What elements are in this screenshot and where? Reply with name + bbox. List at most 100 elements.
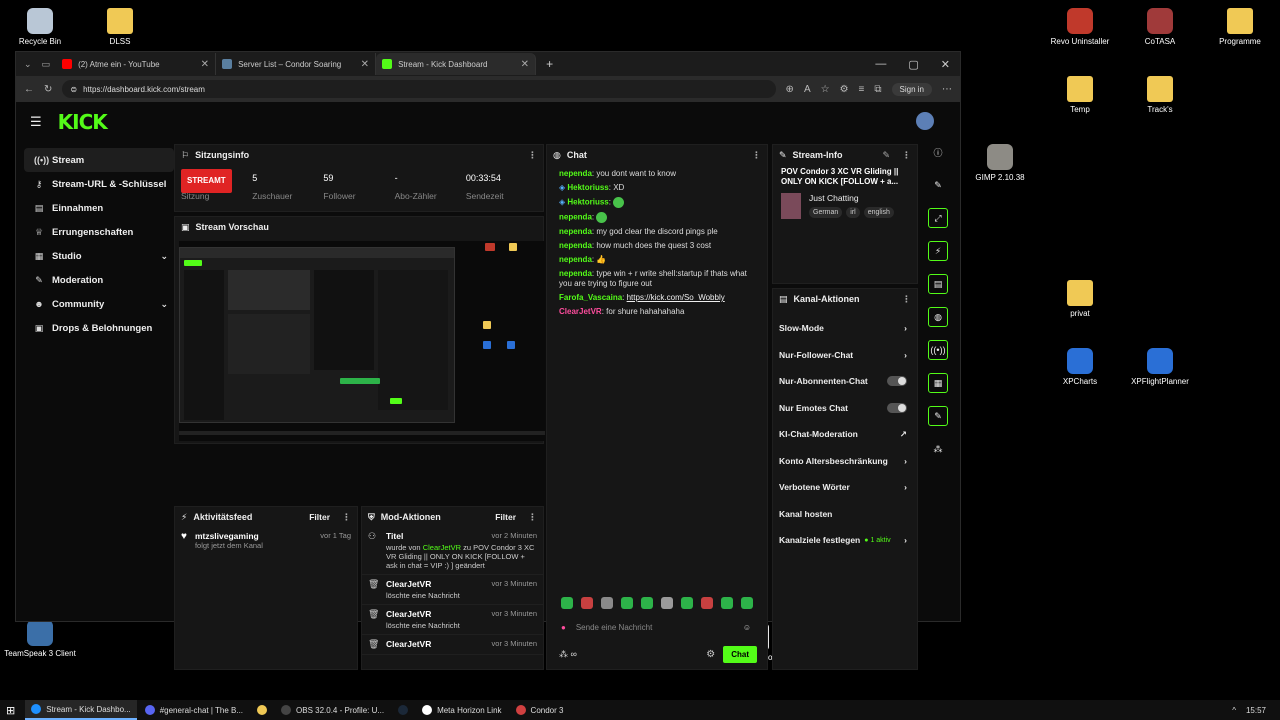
edit-stream-info-icon[interactable]: ✎ (882, 150, 890, 161)
taskbar-app-4[interactable] (392, 700, 414, 720)
session-menu-icon[interactable]: ⋮ (528, 150, 537, 161)
desktop-icon-revo-uninstaller[interactable]: Revo Uninstaller (1040, 8, 1120, 46)
chat-username[interactable]: Farofa_Vascaina (559, 293, 622, 302)
action-kanalziele-festlegen[interactable]: Kanalziele festlegen ● 1 aktiv › (773, 527, 917, 554)
hamburger-menu-icon[interactable]: ☰ (30, 114, 42, 130)
desktop-icon-programme[interactable]: Programme (1200, 8, 1280, 46)
extensions-icon[interactable]: ⚙ (840, 84, 849, 95)
stream-preview-video[interactable] (179, 241, 545, 441)
favorites-list-icon[interactable]: ≡ (859, 84, 865, 95)
chevron-down-icon[interactable]: ⌄ (160, 299, 168, 310)
tag-irl[interactable]: irl (846, 207, 860, 218)
action-nur-follower-chat[interactable]: Nur-Follower-Chat › (773, 342, 917, 369)
fullscreen-icon[interactable]: ⤢ (928, 208, 948, 228)
emote-2[interactable] (581, 597, 593, 609)
chat-username[interactable]: Hektoriuss (567, 198, 608, 207)
kick-logo[interactable]: KICK (58, 110, 108, 134)
desktop-icon-cotasa[interactable]: CoTASA (1120, 8, 1200, 46)
sidebar-item-drops-belohnungen[interactable]: ▣ Drops & Belohnungen (24, 316, 174, 340)
collections-icon[interactable]: ⧉ (874, 84, 881, 95)
chat-username[interactable]: nependa (559, 213, 592, 222)
more-menu-icon[interactable]: ⋯ (942, 84, 952, 95)
sign-in-button[interactable]: Sign in (891, 82, 932, 96)
tray-chevron-icon[interactable]: ^ (1232, 706, 1236, 715)
action-slow-mode[interactable]: Slow-Mode › (773, 315, 917, 342)
emote-7[interactable] (681, 597, 693, 609)
mod-menu-icon[interactable]: ⋮ (528, 512, 537, 523)
sidebar-item-stream-url-schl-ssel[interactable]: ⚷ Stream-URL & -Schlüssel (24, 172, 174, 196)
url-field[interactable]: ⊜ https://dashboard.kick.com/stream (62, 80, 776, 98)
tab-1[interactable]: Server List – Condor Soaring ✕ (216, 53, 377, 75)
chevron-down-icon[interactable]: ⌄ (160, 251, 168, 262)
tab-list-icon[interactable]: ▭ (36, 59, 57, 70)
wrench-rail-icon[interactable]: ✎ (928, 406, 948, 426)
chat-send-button[interactable]: Chat (723, 645, 757, 663)
chat-input[interactable]: ● Sende eine Nachricht ☺ (555, 617, 757, 637)
action-verbotene-w-rter[interactable]: Verbotene Wörter › (773, 474, 917, 501)
chat-points-icon[interactable]: ⁂ ∞ (559, 649, 577, 660)
info-icon[interactable]: ⓘ (928, 142, 948, 162)
emoji-picker-icon[interactable]: ☺ (743, 623, 751, 632)
chat-bubble-icon[interactable]: ◍ (928, 307, 948, 327)
emote-3[interactable] (601, 597, 613, 609)
desktop-icon-xpcharts[interactable]: XPCharts (1040, 348, 1120, 386)
desktop-icon-privat[interactable]: privat (1040, 280, 1120, 318)
chevron-right-icon[interactable]: › (904, 535, 907, 545)
tag-english[interactable]: english (863, 207, 894, 218)
tab-actions-icon[interactable]: ⌄ (20, 59, 36, 70)
external-link-icon[interactable]: ↗ (900, 429, 907, 440)
taskbar-app-6[interactable]: Condor 3 (510, 700, 570, 720)
read-aloud-icon[interactable]: A (804, 84, 811, 95)
desktop-icon-dlss[interactable]: DLSS (80, 8, 160, 46)
tab-2[interactable]: Stream - Kick Dashboard ✕ (376, 53, 537, 75)
desktop-icon-teamspeak-3-client[interactable]: TeamSpeak 3 Client (0, 620, 80, 658)
mod-filter-button[interactable]: Filter (495, 512, 516, 522)
tab-close-icon[interactable]: ✕ (201, 59, 209, 70)
stream-info-menu-icon[interactable]: ⋮ (902, 150, 911, 161)
favorite-icon[interactable]: ☆ (821, 84, 830, 95)
clock[interactable]: 15:57 (1246, 706, 1266, 715)
maximize-button[interactable]: ▢ (908, 58, 918, 71)
chat-username[interactable]: nependa (559, 255, 592, 264)
back-icon[interactable]: ← (24, 84, 34, 95)
site-info-icon[interactable]: ⊜ (70, 85, 77, 94)
emote-6[interactable] (661, 597, 673, 609)
taskbar-app-1[interactable]: #general-chat | The B... (139, 700, 249, 720)
sidebar-item-moderation[interactable]: ✎ Moderation (24, 268, 174, 292)
desktop-icon-xpflightplanner[interactable]: XPFlightPlanner (1120, 348, 1200, 386)
action-konto-altersbeschr-nkung[interactable]: Konto Altersbeschränkung › (773, 448, 917, 475)
action-ki-chat-moderation[interactable]: KI-Chat-Moderation ↗ (773, 421, 917, 448)
desktop-icon-temp[interactable]: Temp (1040, 76, 1120, 114)
clipboard-icon[interactable]: ▤ (928, 274, 948, 294)
chat-settings-icon[interactable]: ⚙ (706, 649, 715, 660)
action-kanal-hosten[interactable]: Kanal hosten (773, 501, 917, 528)
taskbar-app-5[interactable]: Meta Horizon Link (416, 700, 507, 720)
action-nur-emotes-chat[interactable]: Nur Emotes Chat (773, 395, 917, 422)
taskbar-app-2[interactable] (251, 700, 273, 720)
chevron-right-icon[interactable]: › (904, 350, 907, 360)
desktop-icon-recycle-bin[interactable]: Recycle Bin (0, 8, 80, 46)
chat-username[interactable]: nependa (559, 227, 592, 236)
chevron-right-icon[interactable]: › (904, 456, 907, 466)
reload-icon[interactable]: ↻ (44, 84, 52, 95)
start-button[interactable]: ⊞ (0, 700, 21, 720)
activity-menu-icon[interactable]: ⋮ (342, 512, 351, 523)
tab-0[interactable]: (2) Atme ein - YouTube ✕ (56, 53, 217, 75)
toggle-switch[interactable] (887, 402, 907, 413)
close-window-button[interactable]: ✕ (941, 58, 950, 71)
chat-username[interactable]: nependa (559, 241, 592, 250)
tab-close-icon[interactable]: ✕ (521, 59, 529, 70)
sidebar-item-errungenschaften[interactable]: ♕ Errungenschaften (24, 220, 174, 244)
chat-username[interactable]: nependa (559, 169, 592, 178)
emote-8[interactable] (701, 597, 713, 609)
activity-filter-button[interactable]: Filter (309, 512, 330, 522)
chat-username[interactable]: ClearJetVR (559, 307, 602, 316)
chat-username[interactable]: nependa (559, 269, 592, 278)
chat-link[interactable]: https://kick.com/So_Wobbly (627, 293, 725, 302)
sidebar-item-studio[interactable]: ▦ Studio ⌄ (24, 244, 174, 268)
minimize-button[interactable]: — (875, 58, 886, 71)
edit-icon[interactable]: ✎ (928, 175, 948, 195)
zoom-icon[interactable]: ⊕ (786, 84, 794, 95)
tag-german[interactable]: German (809, 207, 843, 218)
layout-icon[interactable]: ▦ (928, 373, 948, 393)
